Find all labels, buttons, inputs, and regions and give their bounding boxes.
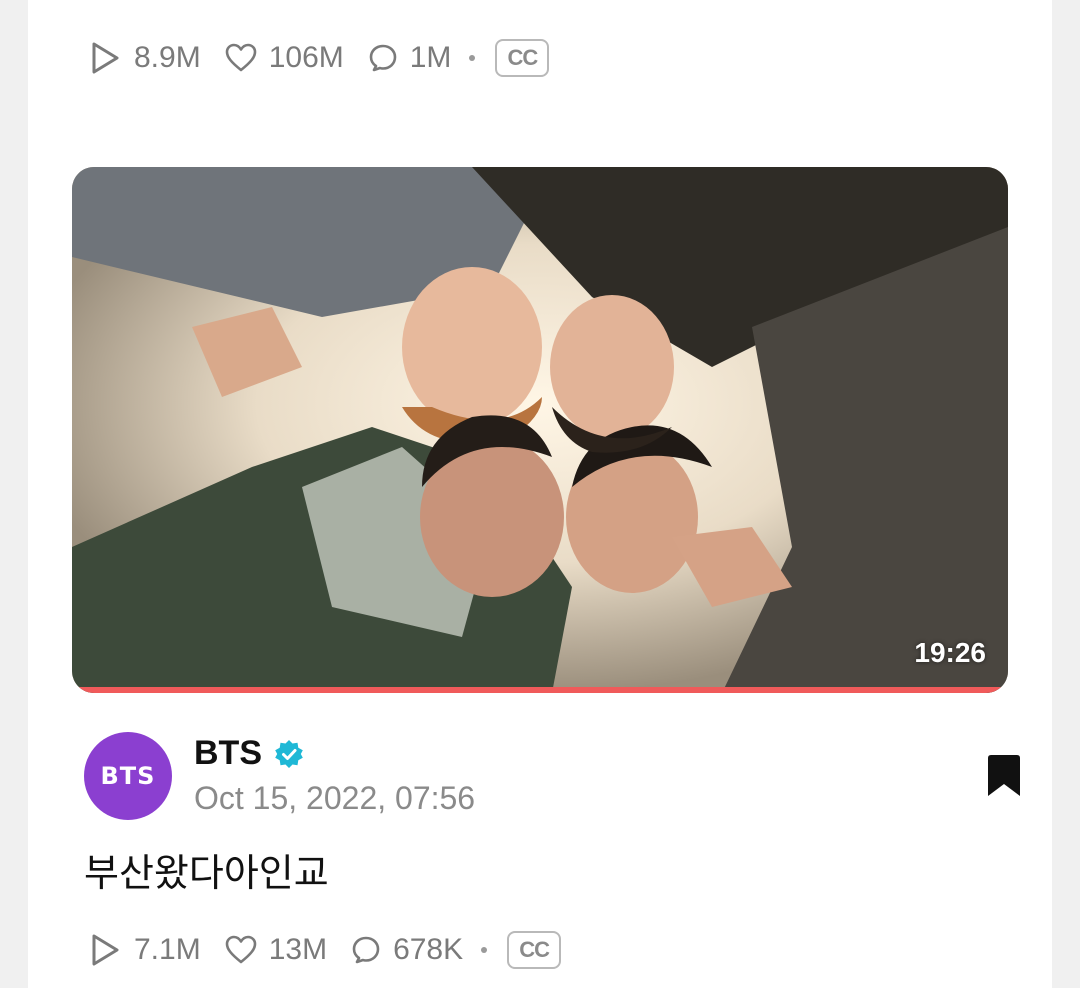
play-icon — [92, 934, 119, 966]
play-count: 8.9M — [88, 40, 201, 76]
like-count-value: 106M — [268, 41, 344, 74]
play-count-value: 7.1M — [134, 933, 201, 966]
author-name-text: BTS — [194, 734, 262, 772]
video-duration: 19:26 — [914, 637, 986, 668]
like-count[interactable]: 106M — [225, 41, 344, 75]
like-count[interactable]: 13M — [225, 933, 327, 967]
watch-progress-bar — [72, 687, 1008, 693]
video-thumbnail[interactable]: 19:26 — [72, 167, 1008, 693]
cc-badge: CC — [507, 931, 562, 969]
previous-post-stats: 8.9M 106M 1M CC — [88, 36, 550, 80]
comment-icon — [352, 936, 380, 964]
post-stats: 7.1M 13M 678K CC — [88, 928, 562, 972]
bookmark-icon[interactable] — [984, 754, 1024, 798]
play-count: 7.1M — [88, 932, 201, 968]
feed-card: 8.9M 106M 1M CC 19:26 BTS BTS Oct 15, 20… — [28, 0, 1052, 988]
play-icon — [92, 42, 119, 74]
comment-count-value: 1M — [409, 41, 452, 74]
heart-icon — [225, 43, 257, 72]
verified-badge-icon — [275, 739, 303, 768]
like-count-value: 13M — [268, 933, 328, 966]
author-row: BTS BTS Oct 15, 2022, 07:56 — [84, 732, 1052, 822]
post-caption: 부산왔다아인교 — [84, 851, 329, 895]
post-timestamp: Oct 15, 2022, 07:56 — [194, 780, 476, 816]
separator-dot — [481, 947, 488, 953]
comment-count[interactable]: 1M — [368, 41, 452, 75]
cc-badge: CC — [495, 39, 550, 77]
comment-count-value: 678K — [393, 933, 464, 966]
avatar-text: BTS — [100, 762, 156, 790]
author-avatar[interactable]: BTS — [84, 732, 172, 820]
heart-icon — [225, 935, 257, 964]
comment-count[interactable]: 678K — [351, 933, 463, 967]
separator-dot — [469, 55, 476, 61]
comment-icon — [369, 44, 397, 72]
author-name[interactable]: BTS — [194, 734, 304, 773]
play-count-value: 8.9M — [134, 41, 201, 74]
thumbnail-image — [72, 167, 1008, 693]
